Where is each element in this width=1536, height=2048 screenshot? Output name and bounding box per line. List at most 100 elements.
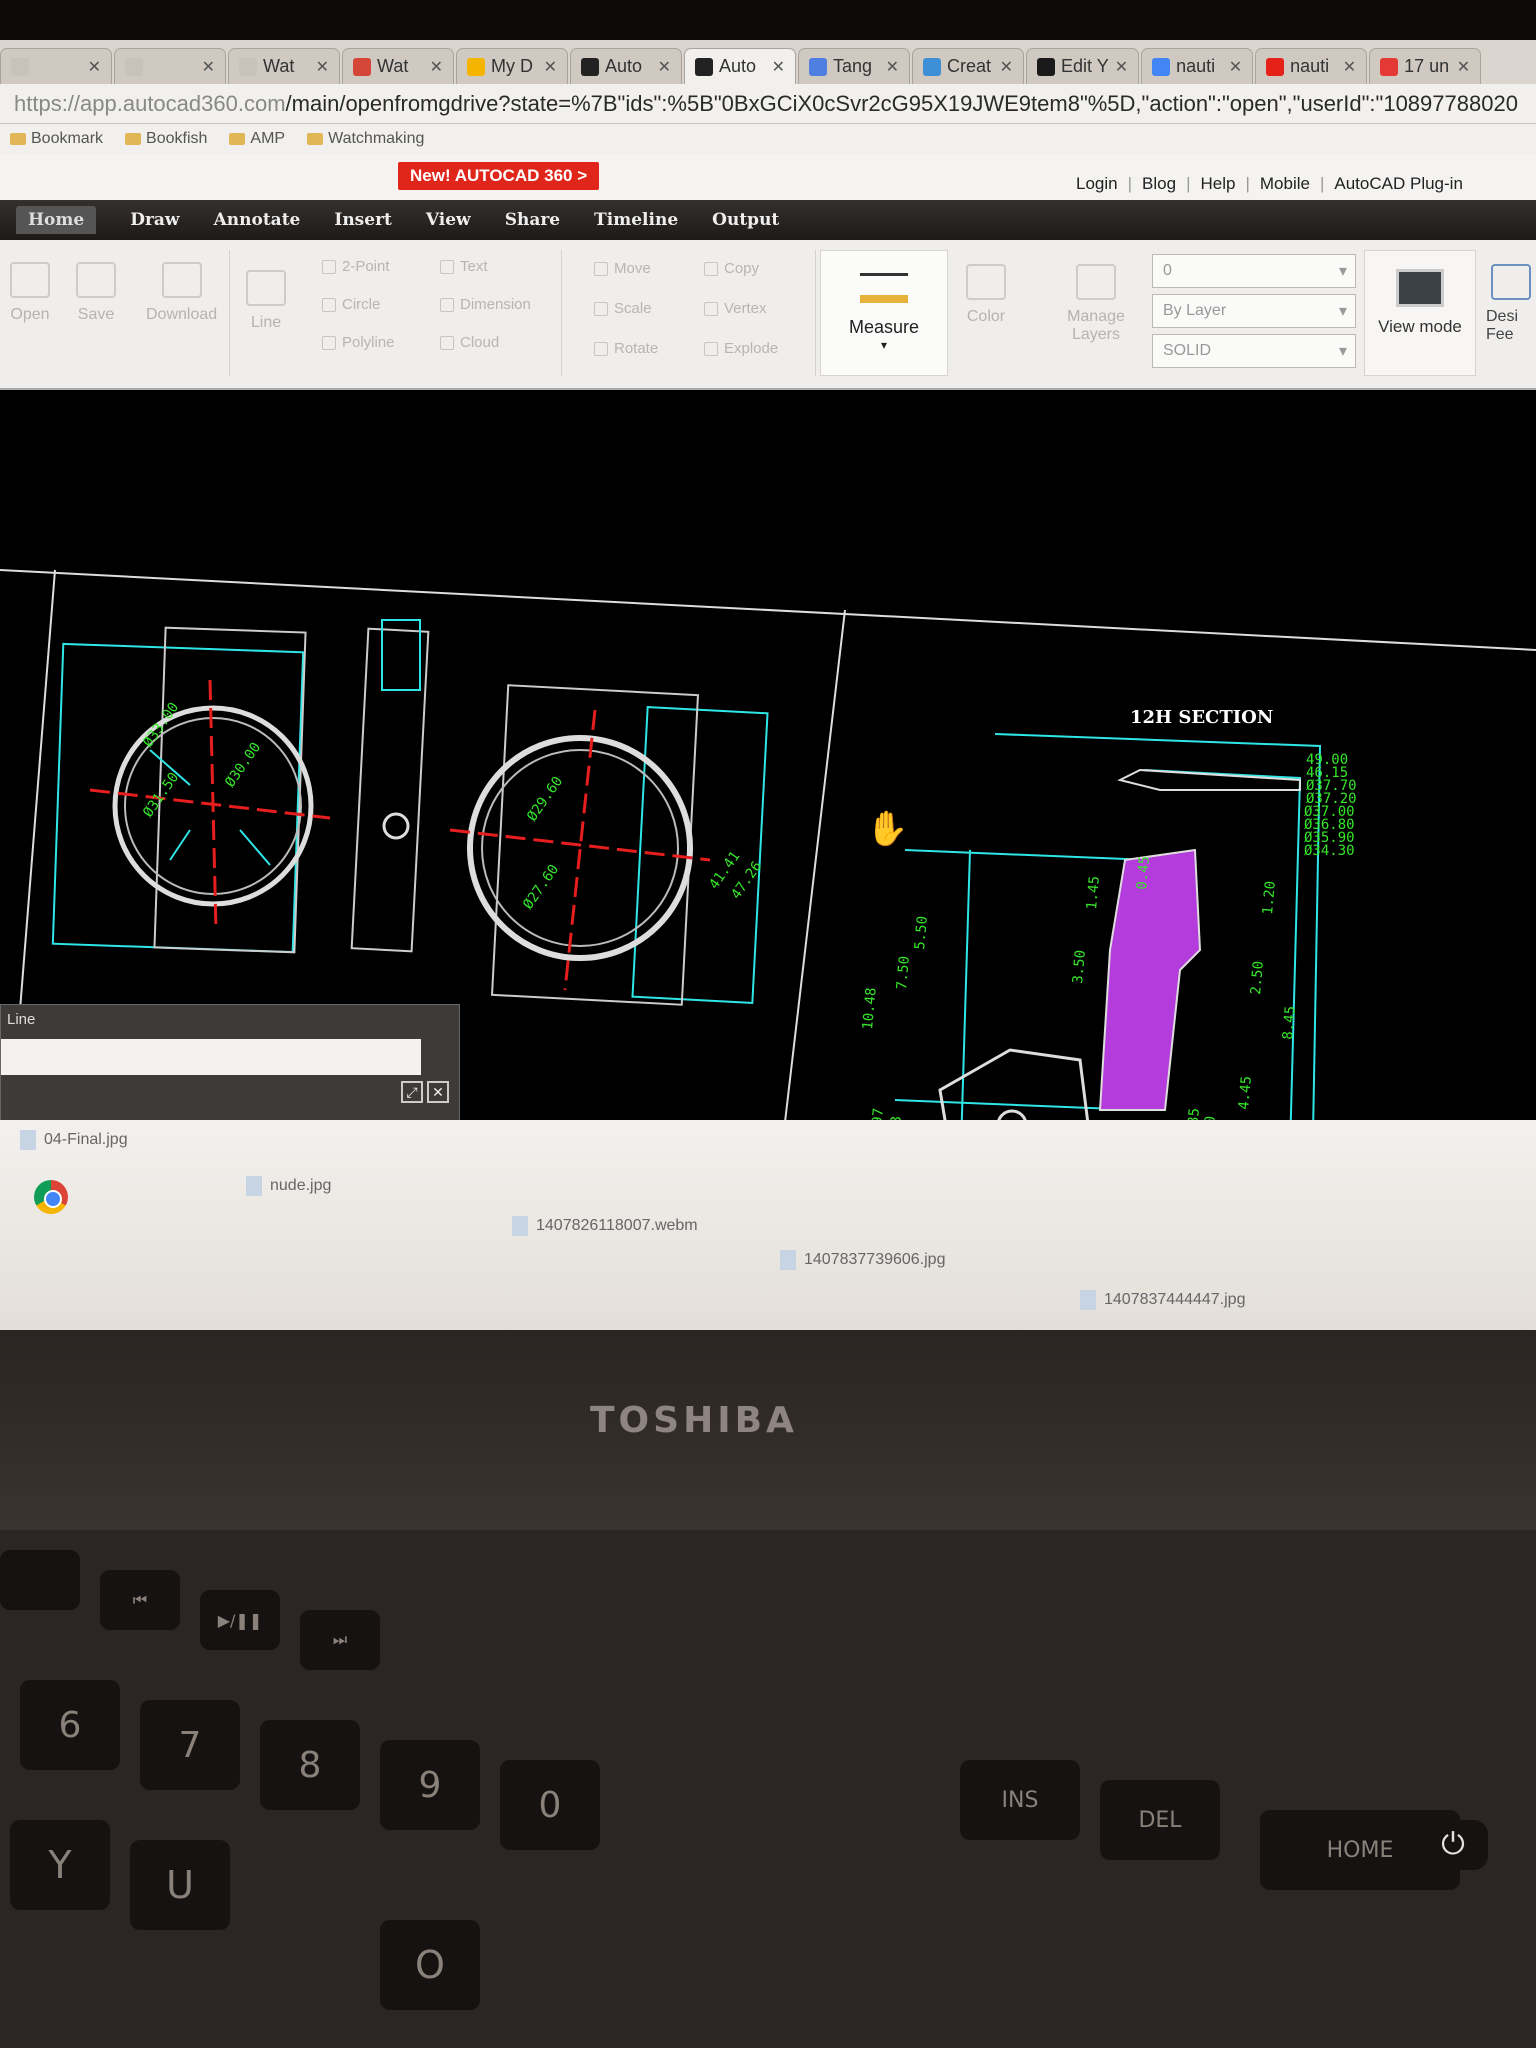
tab-home[interactable]: Home bbox=[16, 206, 97, 234]
vertex-button[interactable]: Vertex bbox=[704, 300, 767, 317]
tab-share[interactable]: Share bbox=[505, 210, 560, 230]
watch-side-view[interactable] bbox=[350, 619, 430, 953]
watch-back-view[interactable] bbox=[449, 684, 769, 1006]
expand-icon[interactable]: ⤢ bbox=[401, 1081, 423, 1103]
close-icon[interactable]: ✕ bbox=[430, 57, 443, 77]
scale-button[interactable]: Scale bbox=[594, 300, 652, 317]
layer-dropdown[interactable]: 0 ▾ bbox=[1152, 254, 1356, 288]
close-icon[interactable]: ✕ bbox=[1115, 57, 1128, 77]
browser-tab[interactable]: ✕ bbox=[0, 48, 112, 84]
linetype-dropdown[interactable]: By Layer ▾ bbox=[1152, 294, 1356, 328]
dimension-icon bbox=[440, 297, 454, 312]
download-item[interactable]: nude.jpg bbox=[246, 1176, 331, 1196]
dimension-label: 1.45 bbox=[1084, 875, 1103, 910]
browser-tab[interactable]: 17 un ✕ bbox=[1369, 48, 1482, 84]
copy-button[interactable]: Copy bbox=[704, 260, 759, 277]
blog-link[interactable]: Blog bbox=[1142, 174, 1176, 194]
two-point-button[interactable]: 2-Point bbox=[322, 258, 390, 275]
tab-annotate[interactable]: Annotate bbox=[214, 210, 301, 230]
move-button[interactable]: Move bbox=[594, 260, 651, 277]
browser-tab[interactable]: nauti ✕ bbox=[1255, 48, 1368, 84]
view-mode-button[interactable]: View mode bbox=[1364, 250, 1476, 376]
rotate-button[interactable]: Rotate bbox=[594, 340, 658, 357]
address-bar[interactable]: https://app.autocad360.com/main/openfrom… bbox=[0, 84, 1536, 124]
browser-tab[interactable]: My D ✕ bbox=[456, 48, 568, 84]
tab-label: 17 un bbox=[1404, 56, 1450, 76]
browser-tab[interactable]: nauti ✕ bbox=[1141, 48, 1254, 84]
tab-draw[interactable]: Draw bbox=[130, 210, 179, 230]
circle-button[interactable]: Circle bbox=[322, 296, 380, 313]
close-icon[interactable]: ✕ bbox=[1000, 57, 1013, 77]
plugin-link[interactable]: AutoCAD Plug-in bbox=[1334, 174, 1463, 194]
close-icon[interactable]: ✕ bbox=[316, 57, 329, 77]
file-group: Open Save Download bbox=[0, 250, 230, 376]
command-input[interactable] bbox=[1, 1039, 421, 1075]
close-icon[interactable]: ✕ bbox=[772, 57, 785, 77]
explode-button[interactable]: Explode bbox=[704, 340, 778, 357]
tab-view[interactable]: View bbox=[426, 210, 471, 230]
feed-icon bbox=[1491, 264, 1531, 300]
file-icon bbox=[20, 1130, 36, 1150]
download-item[interactable]: 04-Final.jpg bbox=[20, 1130, 128, 1150]
text-button[interactable]: Text bbox=[440, 258, 488, 275]
menu-bar: Home Draw Annotate Insert View Share Tim… bbox=[0, 200, 1536, 240]
design-feed-button[interactable]: Desi Fee bbox=[1486, 264, 1536, 344]
measure-button[interactable]: Measure ▾ bbox=[820, 250, 948, 376]
close-icon[interactable]: ✕ bbox=[886, 57, 899, 77]
close-icon[interactable]: ✕ bbox=[1343, 57, 1356, 77]
bookmark-item[interactable]: AMP bbox=[229, 130, 285, 148]
browser-tab[interactable]: Auto ✕ bbox=[570, 48, 682, 84]
line-button[interactable]: Line bbox=[246, 270, 286, 332]
browser-tab[interactable]: Edit Y ✕ bbox=[1026, 48, 1140, 84]
close-icon[interactable]: ✕ bbox=[427, 1081, 449, 1103]
dimension-label: Ø30.00 bbox=[222, 740, 264, 791]
ruler-icon bbox=[860, 273, 908, 303]
bookmarks-bar: Bookmark Bookfish AMP Watchmaking bbox=[0, 124, 1536, 154]
color-button[interactable]: Color bbox=[966, 264, 1006, 326]
tab-output[interactable]: Output bbox=[712, 210, 779, 230]
help-link[interactable]: Help bbox=[1200, 174, 1235, 194]
browser-tab[interactable]: Auto ✕ bbox=[684, 48, 796, 84]
watch-front-view[interactable] bbox=[51, 626, 331, 954]
tab-timeline[interactable]: Timeline bbox=[594, 210, 678, 230]
top-links: Login | Blog | Help | Mobile | AutoCAD Plug-… bbox=[1076, 174, 1463, 194]
browser-tab[interactable]: Tang ✕ bbox=[798, 48, 910, 84]
download-item[interactable]: 1407837739606.jpg bbox=[780, 1250, 945, 1270]
separator: | bbox=[1127, 174, 1133, 193]
download-item[interactable]: 1407826118007.webm bbox=[512, 1216, 698, 1236]
bookmark-item[interactable]: Bookmark bbox=[10, 130, 103, 148]
download-item[interactable]: 1407837444447.jpg bbox=[1080, 1290, 1245, 1310]
close-icon[interactable]: ✕ bbox=[88, 57, 101, 77]
login-link[interactable]: Login bbox=[1076, 174, 1118, 194]
folder-icon bbox=[307, 133, 324, 145]
close-icon[interactable]: ✕ bbox=[658, 57, 671, 77]
tab-insert[interactable]: Insert bbox=[334, 210, 392, 230]
polyline-button[interactable]: Polyline bbox=[322, 334, 395, 351]
dimension-label: 0.45 bbox=[1134, 855, 1153, 890]
laptop-brand-logo: TOSHIBA bbox=[590, 1400, 798, 1441]
bookmark-item[interactable]: Bookfish bbox=[125, 130, 207, 148]
download-button[interactable]: Download bbox=[146, 262, 217, 324]
url-text[interactable]: https://app.autocad360.com/main/openfrom… bbox=[14, 91, 1518, 117]
close-icon[interactable]: ✕ bbox=[544, 57, 557, 77]
browser-tab[interactable]: Wat ✕ bbox=[228, 48, 340, 84]
bookmark-item[interactable]: Watchmaking bbox=[307, 130, 424, 148]
cloud-button[interactable]: Cloud bbox=[440, 334, 499, 351]
cloud-icon bbox=[440, 335, 454, 350]
promo-button[interactable]: New! AUTOCAD 360 > bbox=[398, 162, 600, 190]
lineweight-dropdown[interactable]: SOLID ▾ bbox=[1152, 334, 1356, 368]
chrome-icon[interactable] bbox=[34, 1180, 68, 1214]
close-icon[interactable]: ✕ bbox=[1457, 57, 1470, 77]
mobile-link[interactable]: Mobile bbox=[1260, 174, 1310, 194]
browser-tab[interactable]: ✕ bbox=[114, 48, 226, 84]
browser-tab[interactable]: Wat ✕ bbox=[342, 48, 454, 84]
browser-tab[interactable]: Creat ✕ bbox=[912, 48, 1024, 84]
manage-layers-button[interactable]: Manage Layers bbox=[1056, 264, 1136, 344]
save-button[interactable]: Save bbox=[76, 262, 116, 324]
power-icon[interactable]: ⏻ bbox=[1418, 1820, 1488, 1870]
circle-icon bbox=[322, 297, 336, 312]
dimension-button[interactable]: Dimension bbox=[440, 296, 531, 313]
close-icon[interactable]: ✕ bbox=[202, 57, 215, 77]
close-icon[interactable]: ✕ bbox=[1229, 57, 1242, 77]
open-button[interactable]: Open bbox=[10, 262, 50, 324]
